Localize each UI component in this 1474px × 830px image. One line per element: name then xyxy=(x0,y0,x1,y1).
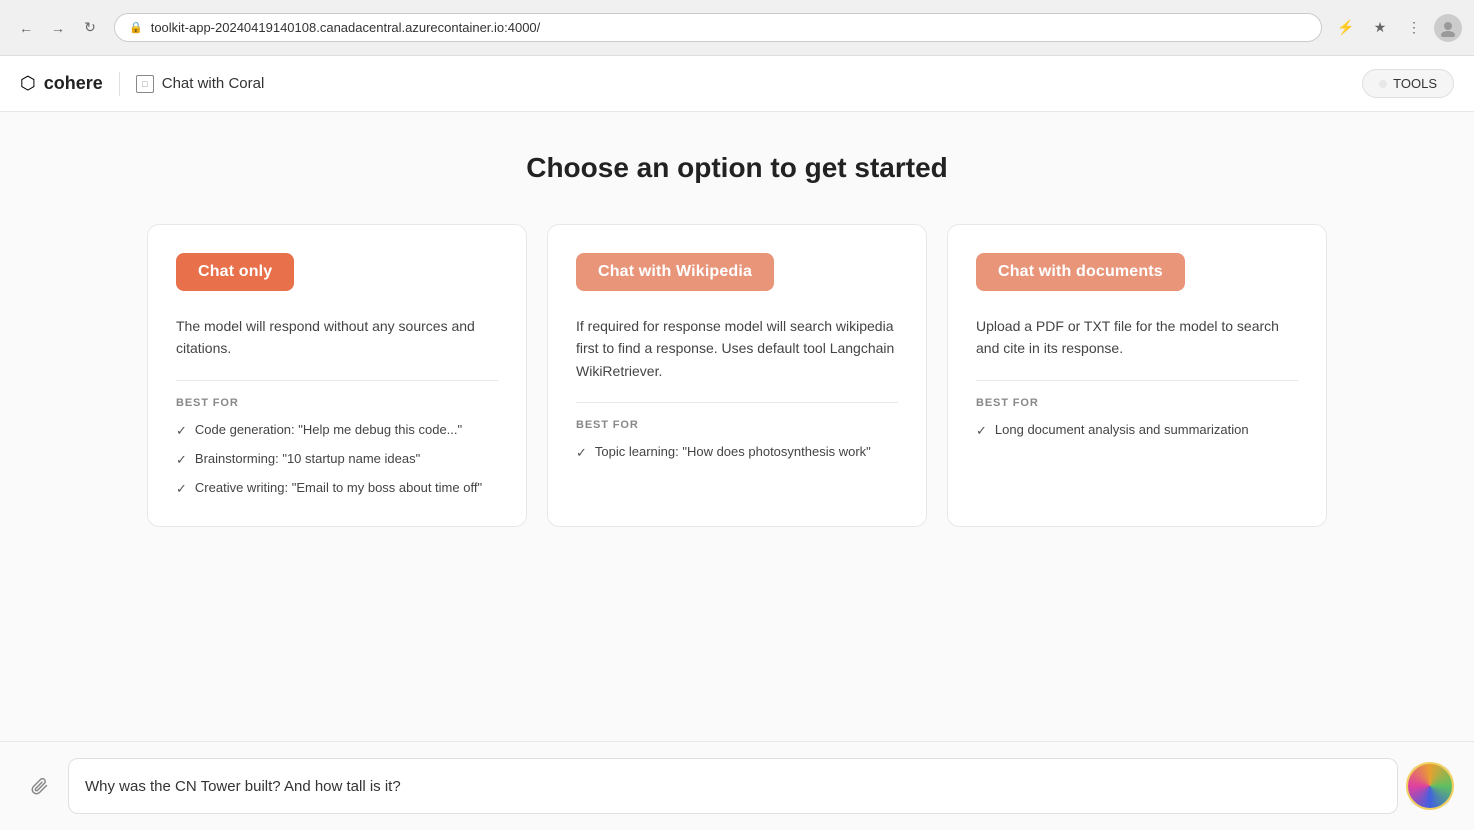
chat-only-best-for-label: BEST FOR xyxy=(176,397,498,409)
browser-chrome: ← → ↻ 🔒 toolkit-app-20240419140108.canad… xyxy=(0,0,1474,56)
chat-only-card: Chat only The model will respond without… xyxy=(147,224,527,527)
bottom-input-area xyxy=(0,741,1474,830)
chat-only-button[interactable]: Chat only xyxy=(176,253,294,291)
cards-container: Chat only The model will respond without… xyxy=(137,224,1337,527)
attach-button[interactable] xyxy=(24,770,56,802)
wikipedia-card: Chat with Wikipedia If required for resp… xyxy=(547,224,927,527)
page-title: Choose an option to get started xyxy=(526,152,948,184)
tools-dot xyxy=(1379,80,1387,88)
chat-title-text: Chat with Coral xyxy=(162,75,265,92)
check-icon: ✓ xyxy=(176,422,187,440)
documents-card: Chat with documents Upload a PDF or TXT … xyxy=(947,224,1327,527)
avatar-overlay[interactable] xyxy=(1406,762,1454,810)
chat-only-description: The model will respond without any sourc… xyxy=(176,315,498,360)
check-icon: ✓ xyxy=(976,422,987,440)
documents-best-for-label: BEST FOR xyxy=(976,397,1298,409)
check-icon: ✓ xyxy=(176,451,187,469)
list-item: ✓ Brainstorming: "10 startup name ideas" xyxy=(176,450,498,469)
tools-label: TOOLS xyxy=(1393,76,1437,91)
app: ⬡ cohere □ Chat with Coral TOOLS Choose … xyxy=(0,56,1474,830)
list-item: ✓ Code generation: "Help me debug this c… xyxy=(176,421,498,440)
chat-only-best-for-list: ✓ Code generation: "Help me debug this c… xyxy=(176,421,498,499)
tools-button[interactable]: TOOLS xyxy=(1362,69,1454,98)
chat-icon: □ xyxy=(136,75,154,93)
lock-icon: 🔒 xyxy=(129,21,143,34)
back-button[interactable]: ← xyxy=(12,14,40,42)
url-text: toolkit-app-20240419140108.canadacentral… xyxy=(151,20,541,35)
documents-best-for-list: ✓ Long document analysis and summarizati… xyxy=(976,421,1298,440)
wikipedia-button[interactable]: Chat with Wikipedia xyxy=(576,253,774,291)
nav-left: ⬡ cohere □ Chat with Coral xyxy=(20,72,264,96)
top-nav: ⬡ cohere □ Chat with Coral TOOLS xyxy=(0,56,1474,112)
message-input-wrapper xyxy=(68,758,1398,814)
list-item: ✓ Topic learning: "How does photosynthes… xyxy=(576,443,898,462)
card-divider xyxy=(576,402,898,403)
list-item-text: Code generation: "Help me debug this cod… xyxy=(195,421,462,439)
documents-button[interactable]: Chat with documents xyxy=(976,253,1185,291)
list-item-text: Brainstorming: "10 startup name ideas" xyxy=(195,450,420,468)
logo-text: cohere xyxy=(44,73,103,94)
list-item: ✓ Creative writing: "Email to my boss ab… xyxy=(176,479,498,498)
refresh-button[interactable]: ↻ xyxy=(76,14,104,42)
bookmark-button[interactable]: ★ xyxy=(1366,14,1394,42)
nav-divider xyxy=(119,72,120,96)
documents-description: Upload a PDF or TXT file for the model t… xyxy=(976,315,1298,360)
wikipedia-description: If required for response model will sear… xyxy=(576,315,898,382)
logo: ⬡ cohere xyxy=(20,73,103,94)
message-input[interactable] xyxy=(85,778,1381,795)
wikipedia-best-for-list: ✓ Topic learning: "How does photosynthes… xyxy=(576,443,898,462)
list-item-text: Creative writing: "Email to my boss abou… xyxy=(195,479,482,497)
card-divider xyxy=(976,380,1298,381)
main-content: Choose an option to get started Chat onl… xyxy=(0,112,1474,741)
browser-nav-buttons: ← → ↻ xyxy=(12,14,104,42)
list-item-text: Long document analysis and summarization xyxy=(995,421,1249,439)
browser-actions: ⚡ ★ ⋮ xyxy=(1332,14,1462,42)
extensions-button[interactable]: ⚡ xyxy=(1332,14,1360,42)
check-icon: ✓ xyxy=(176,480,187,498)
card-divider xyxy=(176,380,498,381)
address-bar[interactable]: 🔒 toolkit-app-20240419140108.canadacentr… xyxy=(114,13,1322,42)
list-item: ✓ Long document analysis and summarizati… xyxy=(976,421,1298,440)
check-icon: ✓ xyxy=(576,444,587,462)
list-item-text: Topic learning: "How does photosynthesis… xyxy=(595,443,871,461)
forward-button[interactable]: → xyxy=(44,14,72,42)
profile-button[interactable] xyxy=(1434,14,1462,42)
chat-title-area: □ Chat with Coral xyxy=(136,75,265,93)
logo-icon: ⬡ xyxy=(20,73,36,94)
wikipedia-best-for-label: BEST FOR xyxy=(576,419,898,431)
more-button[interactable]: ⋮ xyxy=(1400,14,1428,42)
